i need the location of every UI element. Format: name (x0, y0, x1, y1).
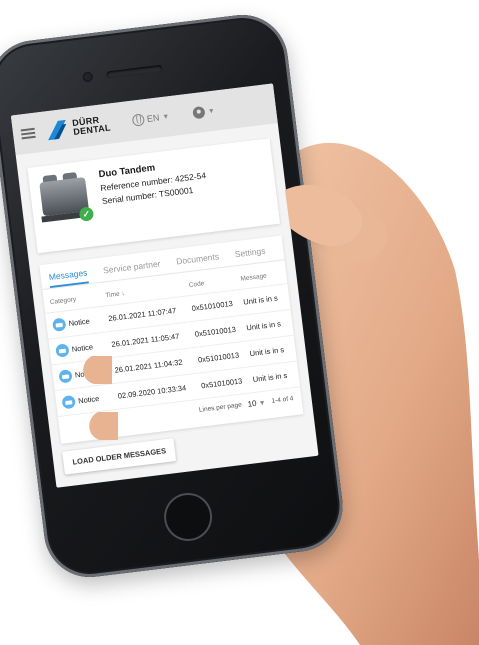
notice-icon (55, 343, 70, 358)
messages-card: Messages Service partner Documents Setti… (39, 235, 304, 444)
language-selector[interactable]: EN ▼ (131, 110, 170, 127)
row-message: Unit is in s (242, 293, 279, 307)
user-menu[interactable]: ▼ (192, 105, 215, 120)
language-label: EN (146, 112, 160, 124)
home-button[interactable] (161, 490, 215, 544)
row-category: Notice (71, 342, 94, 354)
chevron-down-icon: ▼ (258, 399, 267, 408)
pagination-range: 1-4 of 4 (271, 395, 294, 405)
chevron-down-icon: ▼ (161, 112, 170, 121)
notice-icon (61, 394, 76, 410)
status-ok-icon: ✓ (78, 206, 95, 222)
column-header-code[interactable]: Code (188, 276, 240, 289)
row-category: Notice (77, 393, 100, 406)
logo-mark-icon (48, 119, 67, 141)
phone-screen: DÜRR DENTAL EN ▼ ▼ ✓ Duo Tandem Referenc… (10, 83, 319, 488)
row-category: Notice (74, 368, 97, 380)
globe-icon (131, 113, 145, 127)
row-code: 0x51010013 (197, 350, 240, 365)
lines-per-page-label: Lines per page (198, 401, 243, 414)
column-header-category[interactable]: Category (50, 292, 106, 306)
row-code: 0x51010013 (200, 376, 243, 391)
hamburger-menu-icon[interactable] (20, 127, 36, 140)
column-header-message[interactable]: Message (240, 271, 281, 283)
device-card[interactable]: ✓ Duo Tandem Reference number: 4252-54 S… (27, 138, 281, 254)
front-camera (82, 71, 94, 83)
device-image: ✓ (34, 167, 95, 229)
earpiece-speaker (106, 64, 163, 79)
lines-per-page-select[interactable]: 10 ▼ (247, 398, 266, 409)
notice-icon (58, 369, 73, 384)
row-code: 0x51010013 (194, 324, 237, 339)
row-time: 26.01.2021 11:07:47 (107, 305, 177, 324)
row-time: 26.01.2021 11:05:47 (110, 331, 180, 349)
row-message: Unit is in s (249, 345, 285, 359)
row-code: 0x51010013 (191, 298, 234, 313)
row-message: Unit is in s (252, 370, 288, 385)
chevron-down-icon: ▼ (207, 107, 216, 115)
notice-icon (51, 317, 67, 332)
load-older-messages-button[interactable]: LOAD OLDER MESSAGES (62, 438, 177, 475)
row-category: Notice (68, 316, 91, 329)
account-icon (192, 105, 206, 120)
brand-logo[interactable]: DÜRR DENTAL (44, 113, 112, 143)
row-message: Unit is in s (245, 319, 282, 333)
logo-text-line2: DENTAL (72, 122, 112, 138)
row-time: 02.09.2020 10:33:34 (117, 383, 187, 401)
row-time: 26.01.2021 11:04:32 (114, 357, 183, 375)
